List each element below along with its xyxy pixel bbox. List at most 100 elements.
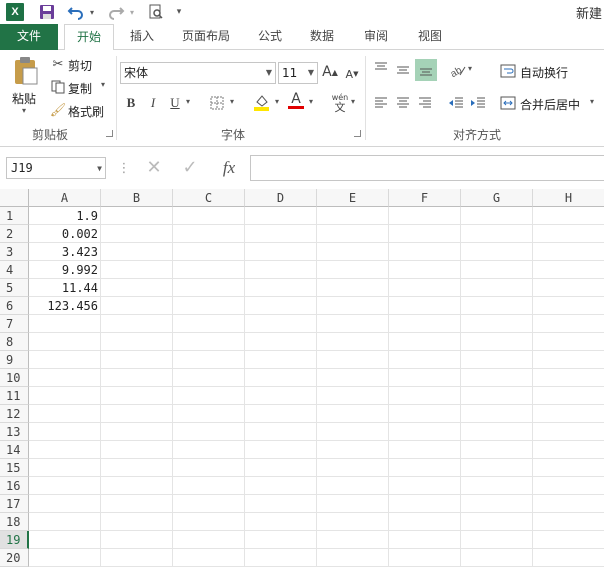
paste-dropdown-icon[interactable]: ▾ [22,106,26,115]
cell[interactable] [461,225,533,243]
cell[interactable] [173,225,245,243]
cell[interactable] [245,459,317,477]
cell[interactable] [101,207,173,225]
fill-color-dropdown-icon[interactable]: ▾ [275,97,279,106]
cell[interactable] [389,387,461,405]
cell[interactable] [389,369,461,387]
cell[interactable] [173,513,245,531]
paste-button[interactable]: 粘贴 [12,90,36,107]
column-header-h[interactable]: H [533,189,604,207]
cell[interactable] [173,441,245,459]
cell[interactable] [173,495,245,513]
align-left-icon[interactable] [373,95,389,111]
cell[interactable] [533,261,604,279]
cell[interactable] [29,477,101,495]
cell[interactable] [101,279,173,297]
row-header[interactable]: 10 [0,369,29,387]
cell[interactable] [317,495,389,513]
cell[interactable] [317,405,389,423]
increase-indent-icon[interactable] [470,95,486,111]
cell[interactable] [173,297,245,315]
row-header[interactable]: 16 [0,477,29,495]
cell[interactable] [389,243,461,261]
orientation-dropdown-icon[interactable]: ▾ [468,64,472,73]
cell[interactable] [461,207,533,225]
cell[interactable] [173,261,245,279]
cell[interactable] [533,441,604,459]
cell[interactable] [533,405,604,423]
cell[interactable] [317,261,389,279]
cell[interactable] [317,243,389,261]
cell[interactable] [173,477,245,495]
print-preview-icon[interactable] [146,3,166,21]
cell[interactable] [317,459,389,477]
cell[interactable] [173,333,245,351]
cell[interactable] [245,441,317,459]
undo-icon[interactable] [66,3,86,21]
cell[interactable] [317,279,389,297]
wrap-text-button[interactable]: 自动换行 [520,64,568,81]
column-header-b[interactable]: B [101,189,173,207]
cell[interactable] [533,351,604,369]
cell[interactable] [461,261,533,279]
cell[interactable] [389,297,461,315]
cell[interactable] [101,369,173,387]
cell[interactable] [533,297,604,315]
cell[interactable] [317,549,389,567]
cell[interactable] [461,495,533,513]
align-middle-icon[interactable] [395,62,411,78]
row-header[interactable]: 12 [0,405,29,423]
cell[interactable] [245,207,317,225]
borders-icon[interactable] [209,95,225,111]
row-header[interactable]: 13 [0,423,29,441]
cell[interactable] [101,495,173,513]
copy-button[interactable]: 复制 [68,80,92,97]
formula-input[interactable] [250,155,604,181]
fill-color-icon[interactable] [253,94,269,111]
cell[interactable] [173,405,245,423]
cell[interactable] [461,423,533,441]
tab-insert[interactable]: 插入 [124,24,160,50]
cell[interactable] [101,387,173,405]
decrease-indent-icon[interactable] [448,95,464,111]
column-header-g[interactable]: G [461,189,533,207]
cell[interactable] [317,423,389,441]
cell[interactable] [389,441,461,459]
cell[interactable] [389,207,461,225]
cell[interactable] [29,387,101,405]
cell[interactable] [245,315,317,333]
row-header[interactable]: 7 [0,315,29,333]
align-right-icon[interactable] [417,95,433,111]
cell[interactable] [101,423,173,441]
copy-dropdown-icon[interactable]: ▾ [101,80,105,89]
row-header[interactable]: 14 [0,441,29,459]
cell[interactable] [29,513,101,531]
cut-button[interactable]: 剪切 [68,57,92,74]
row-header[interactable]: 5 [0,279,29,297]
cell[interactable] [533,279,604,297]
row-header[interactable]: 18 [0,513,29,531]
cell[interactable] [461,315,533,333]
align-bottom-icon[interactable] [415,59,437,81]
select-all-corner[interactable] [0,189,29,207]
cell[interactable] [389,495,461,513]
cell[interactable] [173,387,245,405]
row-header[interactable]: 3 [0,243,29,261]
cell[interactable] [245,387,317,405]
cell[interactable] [461,351,533,369]
cell[interactable] [389,405,461,423]
align-center-icon[interactable] [395,95,411,111]
cancel-icon[interactable]: ✕ [146,157,162,178]
customize-qat-icon[interactable]: ▾ [174,3,184,21]
cell[interactable] [173,351,245,369]
row-header[interactable]: 8 [0,333,29,351]
cell[interactable] [245,405,317,423]
column-header-e[interactable]: E [317,189,389,207]
font-color-icon[interactable]: A [288,92,304,109]
cell[interactable] [461,549,533,567]
cell[interactable] [101,315,173,333]
cell[interactable] [173,315,245,333]
insert-function-button[interactable]: fx [218,157,240,179]
cell[interactable] [389,549,461,567]
cell[interactable] [173,279,245,297]
